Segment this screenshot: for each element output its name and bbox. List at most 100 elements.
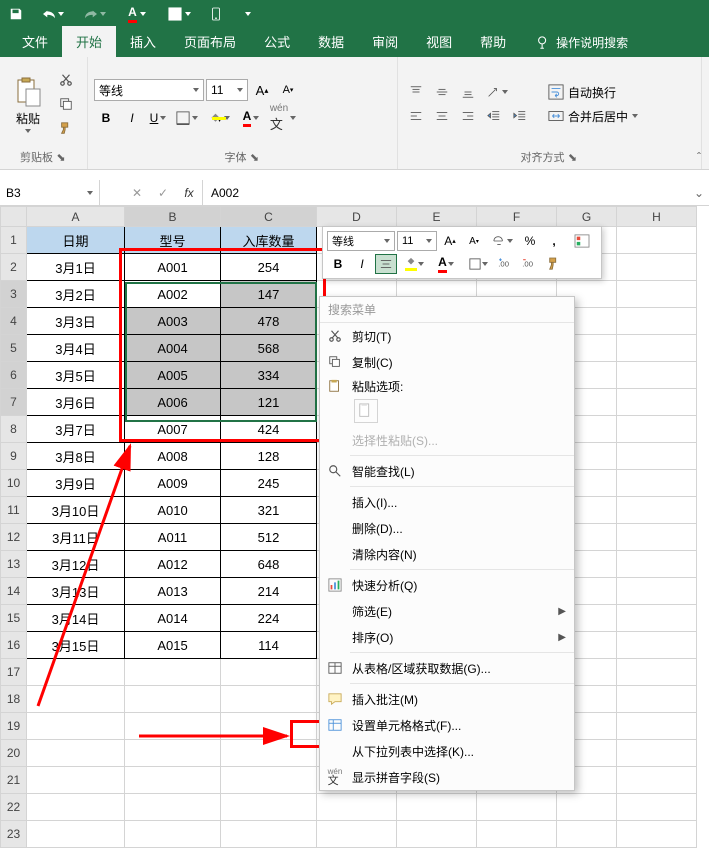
cell[interactable]: 3月14日 bbox=[27, 605, 125, 632]
cell[interactable] bbox=[617, 470, 697, 497]
mini-decrease-font-icon[interactable]: A▾ bbox=[463, 231, 485, 251]
menu-clear[interactable]: 清除内容(N) bbox=[320, 541, 574, 567]
cell[interactable]: 入库数量 bbox=[221, 227, 317, 254]
name-box[interactable]: B3 bbox=[0, 180, 100, 205]
tell-me-search[interactable]: 操作说明搜索 bbox=[530, 28, 634, 57]
cell[interactable] bbox=[125, 821, 221, 848]
menu-insert[interactable]: 插入(I)... bbox=[320, 489, 574, 515]
mini-align-center-icon[interactable] bbox=[375, 254, 397, 274]
cell[interactable]: A005 bbox=[125, 362, 221, 389]
cell[interactable]: 321 bbox=[221, 497, 317, 524]
cell[interactable]: A008 bbox=[125, 443, 221, 470]
col-header-E[interactable]: E bbox=[397, 207, 477, 227]
cell-active[interactable]: A002 bbox=[125, 281, 221, 308]
tab-page-layout[interactable]: 页面布局 bbox=[170, 26, 250, 57]
row-header[interactable]: 6 bbox=[1, 362, 27, 389]
paste-option-icon[interactable] bbox=[354, 399, 378, 423]
cell[interactable]: 214 bbox=[221, 578, 317, 605]
increase-font-icon[interactable]: A▴ bbox=[250, 79, 274, 101]
cell[interactable] bbox=[617, 551, 697, 578]
border-dd-icon[interactable] bbox=[172, 107, 202, 129]
cell[interactable]: 128 bbox=[221, 443, 317, 470]
cell[interactable] bbox=[27, 713, 125, 740]
mini-percent-icon[interactable]: % bbox=[519, 231, 541, 251]
cell[interactable]: 3月8日 bbox=[27, 443, 125, 470]
mini-fill-icon[interactable] bbox=[399, 254, 429, 274]
tab-file[interactable]: 文件 bbox=[8, 26, 62, 57]
cell[interactable] bbox=[317, 794, 397, 821]
cell[interactable]: A009 bbox=[125, 470, 221, 497]
collapse-ribbon-icon[interactable]: ˆ bbox=[697, 150, 701, 164]
tab-data[interactable]: 数据 bbox=[304, 26, 358, 57]
cell[interactable]: 424 bbox=[221, 416, 317, 443]
cell[interactable] bbox=[617, 389, 697, 416]
cell[interactable] bbox=[617, 497, 697, 524]
cell[interactable]: A001 bbox=[125, 254, 221, 281]
cell[interactable]: A006 bbox=[125, 389, 221, 416]
increase-indent-icon[interactable] bbox=[508, 105, 532, 127]
cell[interactable] bbox=[125, 659, 221, 686]
row-header[interactable]: 16 bbox=[1, 632, 27, 659]
cell[interactable] bbox=[617, 443, 697, 470]
cell[interactable]: 568 bbox=[221, 335, 317, 362]
row-header[interactable]: 17 bbox=[1, 659, 27, 686]
cell[interactable] bbox=[617, 686, 697, 713]
row-header[interactable]: 3 bbox=[1, 281, 27, 308]
cell[interactable] bbox=[221, 821, 317, 848]
cell[interactable]: 478 bbox=[221, 308, 317, 335]
wrap-text-button[interactable]: 自动换行 bbox=[544, 81, 642, 103]
cell[interactable] bbox=[617, 335, 697, 362]
format-painter-icon[interactable] bbox=[54, 117, 78, 139]
mini-increase-font-icon[interactable]: A▴ bbox=[439, 231, 461, 251]
font-color-icon[interactable]: A bbox=[120, 3, 154, 25]
align-center-icon[interactable] bbox=[430, 105, 454, 127]
cell[interactable] bbox=[397, 794, 477, 821]
row-header[interactable]: 7 bbox=[1, 389, 27, 416]
row-header[interactable]: 18 bbox=[1, 686, 27, 713]
row-header[interactable]: 21 bbox=[1, 767, 27, 794]
cell[interactable] bbox=[557, 821, 617, 848]
col-header-C[interactable]: C bbox=[221, 207, 317, 227]
font-launcher-icon[interactable]: ⬊ bbox=[249, 151, 261, 163]
cell[interactable]: 3月9日 bbox=[27, 470, 125, 497]
cell[interactable] bbox=[617, 659, 697, 686]
col-header-B[interactable]: B bbox=[125, 207, 221, 227]
row-header[interactable]: 1 bbox=[1, 227, 27, 254]
cell[interactable]: 3月7日 bbox=[27, 416, 125, 443]
cell[interactable] bbox=[221, 740, 317, 767]
row-header[interactable]: 15 bbox=[1, 605, 27, 632]
cut-icon[interactable] bbox=[54, 69, 78, 91]
cell[interactable]: 3月15日 bbox=[27, 632, 125, 659]
copy-icon[interactable] bbox=[54, 93, 78, 115]
cell[interactable] bbox=[617, 605, 697, 632]
col-header-D[interactable]: D bbox=[317, 207, 397, 227]
cell[interactable]: 3月10日 bbox=[27, 497, 125, 524]
cell[interactable]: 648 bbox=[221, 551, 317, 578]
row-header[interactable]: 23 bbox=[1, 821, 27, 848]
cell[interactable]: 254 bbox=[221, 254, 317, 281]
cell[interactable]: 3月11日 bbox=[27, 524, 125, 551]
tab-insert[interactable]: 插入 bbox=[116, 26, 170, 57]
row-header[interactable]: 12 bbox=[1, 524, 27, 551]
mini-size-select[interactable]: 11 bbox=[397, 231, 437, 251]
cell[interactable]: 3月12日 bbox=[27, 551, 125, 578]
cell[interactable]: A014 bbox=[125, 605, 221, 632]
bold-icon[interactable]: B bbox=[94, 107, 118, 129]
menu-delete[interactable]: 删除(D)... bbox=[320, 515, 574, 541]
cell[interactable]: 224 bbox=[221, 605, 317, 632]
font-size-select[interactable]: 11 bbox=[206, 79, 248, 101]
cell[interactable] bbox=[125, 686, 221, 713]
menu-dropdown-list[interactable]: 从下拉列表中选择(K)... bbox=[320, 738, 574, 764]
row-header[interactable]: 22 bbox=[1, 794, 27, 821]
touch-mode-icon[interactable] bbox=[204, 3, 228, 25]
cell[interactable]: A010 bbox=[125, 497, 221, 524]
cell[interactable]: 512 bbox=[221, 524, 317, 551]
cell[interactable] bbox=[617, 227, 697, 254]
cell[interactable] bbox=[617, 578, 697, 605]
underline-icon[interactable]: U bbox=[146, 107, 170, 129]
formula-expand-icon[interactable]: ⌄ bbox=[689, 180, 709, 205]
cell[interactable]: A004 bbox=[125, 335, 221, 362]
cell[interactable] bbox=[27, 767, 125, 794]
cell[interactable] bbox=[617, 632, 697, 659]
mini-bold-icon[interactable]: B bbox=[327, 254, 349, 274]
